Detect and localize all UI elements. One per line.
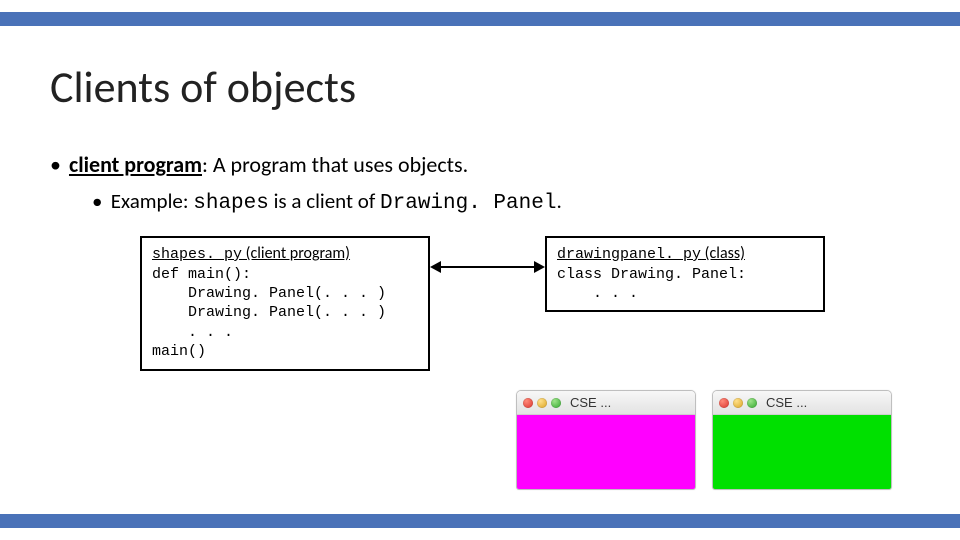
minimize-icon <box>733 398 743 408</box>
window-body <box>713 415 891 489</box>
slide: Clients of objects • client program: A p… <box>0 0 960 540</box>
left-filename: shapes. py <box>152 246 242 263</box>
zoom-icon <box>551 398 561 408</box>
definition: : A program that uses objects. <box>202 151 468 178</box>
b2-code2: Drawing. Panel <box>380 192 556 215</box>
b2-suffix: . <box>556 188 561 214</box>
zoom-icon <box>747 398 757 408</box>
bullet-dot-icon: • <box>50 150 64 181</box>
output-window-1: CSE ... <box>516 390 696 490</box>
output-window-2: CSE ... <box>712 390 892 490</box>
close-icon <box>719 398 729 408</box>
b2-prefix: Example: <box>111 188 193 214</box>
left-code: def main(): Drawing. Panel(. . . ) Drawi… <box>152 265 418 361</box>
code-boxes-area: shapes. py (client program) def main(): … <box>140 236 900 376</box>
traffic-lights-icon <box>719 398 757 408</box>
minimize-icon <box>537 398 547 408</box>
bullet-1: • client program: A program that uses ob… <box>50 150 910 181</box>
left-label: (client program) <box>242 244 350 263</box>
right-filename: drawingpanel. py <box>557 246 701 263</box>
client-code-box: shapes. py (client program) def main(): … <box>140 236 430 371</box>
window-title: CSE ... <box>570 395 611 410</box>
bullet-2: • Example: shapes is a client of Drawing… <box>92 187 910 218</box>
bullet-list: • client program: A program that uses ob… <box>50 150 910 218</box>
window-titlebar: CSE ... <box>517 391 695 415</box>
accent-bar-bottom <box>0 514 960 528</box>
right-code: class Drawing. Panel: . . . <box>557 265 813 303</box>
b2-mid: is a client of <box>269 188 380 214</box>
class-code-box: drawingpanel. py (class) class Drawing. … <box>545 236 825 312</box>
right-label: (class) <box>701 244 745 263</box>
output-windows: CSE ... CSE ... <box>516 390 896 500</box>
bullet-dot-icon: • <box>92 187 106 216</box>
double-arrow-icon <box>432 266 543 268</box>
b2-code1: shapes <box>193 192 269 215</box>
close-icon <box>523 398 533 408</box>
window-body <box>517 415 695 489</box>
slide-title: Clients of objects <box>50 60 356 114</box>
traffic-lights-icon <box>523 398 561 408</box>
window-titlebar: CSE ... <box>713 391 891 415</box>
term: client program <box>69 151 202 178</box>
window-title: CSE ... <box>766 395 807 410</box>
accent-bar-top <box>0 12 960 26</box>
